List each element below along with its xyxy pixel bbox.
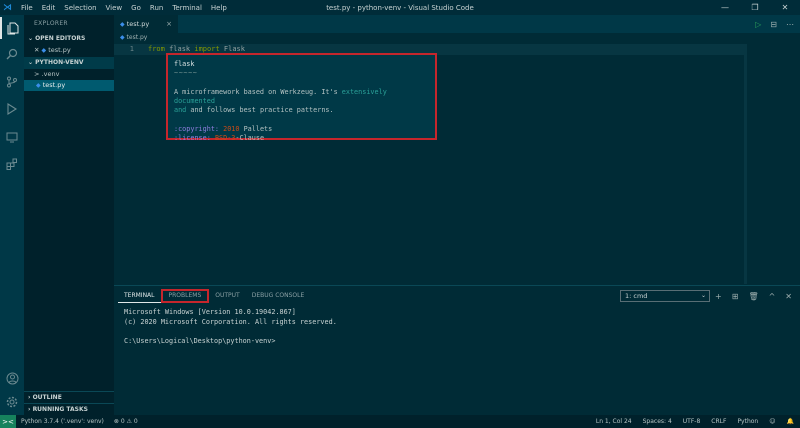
tab-label: test.py <box>126 20 150 28</box>
indentation[interactable]: Spaces: 4 <box>643 418 672 425</box>
split-terminal-icon[interactable]: ⊞ <box>732 292 739 301</box>
account-icon[interactable] <box>0 367 24 389</box>
breadcrumb[interactable]: ◆ test.py <box>114 33 800 43</box>
panel-tab-output[interactable]: OUTPUT <box>209 289 245 303</box>
feedback-icon[interactable]: ☺ <box>769 418 775 425</box>
hover-title: flask <box>174 60 195 68</box>
line-number: 1 <box>129 45 134 53</box>
vscode-logo-icon: ⋊ <box>3 2 12 13</box>
sidebar-title: EXPLORER <box>34 20 68 27</box>
close-panel-icon[interactable]: ✕ <box>785 292 792 301</box>
class-name: Flask <box>223 45 245 53</box>
encoding[interactable]: UTF-8 <box>683 418 701 425</box>
hover-desc-line-2: and and follows best practice patterns. <box>174 106 334 114</box>
menu-bar: File Edit Selection View Go Run Terminal… <box>21 4 236 12</box>
menu-view[interactable]: View <box>106 4 123 12</box>
maximize-panel-icon[interactable]: ^ <box>769 292 776 301</box>
tree-item-venv[interactable]: > .venv <box>24 69 114 80</box>
split-editor-icon[interactable]: ⊟ <box>770 20 777 29</box>
language-mode[interactable]: Python <box>737 418 758 425</box>
terminal-output[interactable]: Microsoft Windows [Version 10.0.19042.86… <box>124 308 337 346</box>
terminal-select[interactable]: 1: cmd ⌄ <box>620 290 710 302</box>
keyword-from: from <box>148 45 165 53</box>
python-file-icon: ◆ <box>41 47 47 54</box>
editor-tabs: ◆ test.py × ▷ ⊟ ⋯ <box>114 15 800 33</box>
menu-terminal[interactable]: Terminal <box>172 4 202 12</box>
outline-header[interactable]: › OUTLINE <box>24 391 114 403</box>
tree-item-test-py[interactable]: ◆ test.py <box>24 80 114 91</box>
terminal-prompt: C:\Users\Logical\Desktop\python-venv> <box>124 336 276 345</box>
restore-button[interactable]: ❐ <box>740 0 770 15</box>
folder-header[interactable]: ⌄ PYTHON-VENV <box>24 57 114 69</box>
remote-explorer-icon[interactable] <box>0 126 24 148</box>
menu-edit[interactable]: Edit <box>42 4 56 12</box>
tab-test-py[interactable]: ◆ test.py × <box>114 15 178 33</box>
activity-bar <box>0 15 24 415</box>
chevron-right-icon: > <box>34 70 40 78</box>
bottom-panel: TERMINAL PROBLEMS OUTPUT DEBUG CONSOLE 1… <box>114 285 800 415</box>
minimize-button[interactable]: — <box>710 0 740 15</box>
explorer-sidebar: EXPLORER ⌄ OPEN EDITORS ✕ ◆ test.py ⌄ PY… <box>24 15 114 415</box>
menu-go[interactable]: Go <box>131 4 141 12</box>
open-editor-label: test.py <box>48 46 71 54</box>
panel-tab-problems[interactable]: PROBLEMS <box>160 289 210 303</box>
menu-selection[interactable]: Selection <box>64 4 96 12</box>
trash-icon[interactable]: 🗑 <box>748 292 758 301</box>
hover-underline: ~~~~~ <box>174 69 198 77</box>
python-file-icon: ◆ <box>120 34 125 41</box>
python-file-icon: ◆ <box>36 82 41 89</box>
remote-indicator-icon[interactable]: >< <box>0 415 16 428</box>
tree-item-label: test.py <box>42 81 66 89</box>
terminal-line: Microsoft Windows [Version 10.0.19042.86… <box>124 308 296 316</box>
settings-gear-icon[interactable] <box>0 391 24 413</box>
extensions-icon[interactable] <box>0 153 24 175</box>
notifications-bell-icon[interactable]: 🔔 <box>787 418 794 425</box>
search-icon[interactable] <box>0 43 24 65</box>
open-editor-item[interactable]: ✕ ◆ test.py <box>24 45 114 56</box>
tree-item-label: .venv <box>41 70 60 78</box>
problems-count[interactable]: ⊗ 0 ⚠ 0 <box>114 418 138 425</box>
terminal-line: (c) 2020 Microsoft Corporation. All righ… <box>124 317 337 326</box>
status-bar: >< Python 3.7.4 ('.venv': venv) ⊗ 0 ⚠ 0 … <box>0 415 800 428</box>
hover-tooltip: flask ~~~~~ A microframework based on We… <box>166 53 437 142</box>
module-name: flask <box>169 45 191 53</box>
hover-copyright: :copyright: 2010 Pallets <box>174 125 273 133</box>
python-interpreter[interactable]: Python 3.7.4 ('.venv': venv) <box>21 418 104 425</box>
running-tasks-header[interactable]: › RUNNING TASKS <box>24 403 114 415</box>
explorer-icon[interactable] <box>0 17 24 39</box>
menu-help[interactable]: Help <box>211 4 227 12</box>
hover-desc-line-1: A microframework based on Werkzeug. It's… <box>174 88 387 105</box>
more-actions-icon[interactable]: ⋯ <box>786 20 794 29</box>
python-file-icon: ◆ <box>120 20 125 28</box>
hover-license: :license: BSD-3-Clause <box>174 134 265 142</box>
tab-close-icon[interactable]: × <box>166 20 172 28</box>
new-terminal-icon[interactable]: + <box>715 292 722 301</box>
close-window-button[interactable]: ✕ <box>770 0 800 15</box>
line-ending[interactable]: CRLF <box>711 418 726 425</box>
run-file-icon[interactable]: ▷ <box>755 20 761 29</box>
open-editors-header[interactable]: ⌄ OPEN EDITORS <box>24 33 114 45</box>
panel-tab-terminal[interactable]: TERMINAL <box>118 289 161 303</box>
panel-tab-debug-console[interactable]: DEBUG CONSOLE <box>246 289 311 303</box>
keyword-import: import <box>194 45 220 53</box>
source-control-icon[interactable] <box>0 71 24 93</box>
title-bar: ⋊ File Edit Selection View Go Run Termin… <box>0 0 800 15</box>
menu-run[interactable]: Run <box>150 4 163 12</box>
run-debug-icon[interactable] <box>0 98 24 120</box>
close-icon[interactable]: ✕ <box>34 46 39 54</box>
cursor-position[interactable]: Ln 1, Col 24 <box>596 418 632 425</box>
minimap[interactable] <box>744 44 747 284</box>
menu-file[interactable]: File <box>21 4 33 12</box>
